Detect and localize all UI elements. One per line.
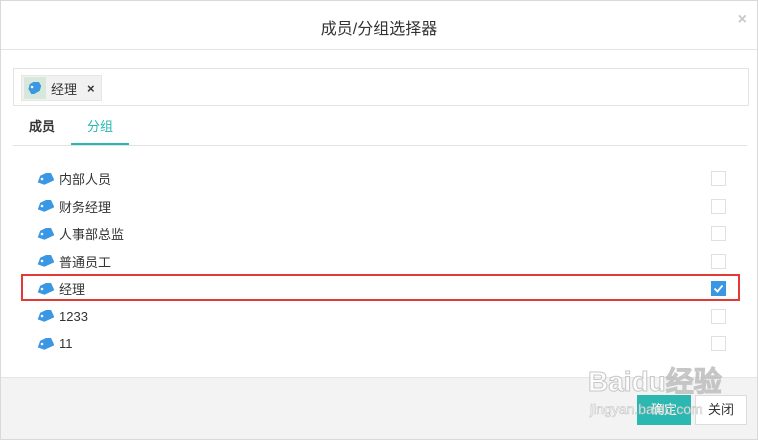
tab-members[interactable]: 成员 (13, 111, 71, 143)
list-item[interactable]: 普通员工 (23, 248, 739, 276)
group-checkbox[interactable] (711, 308, 726, 324)
tag-icon (36, 282, 54, 296)
tab-groups[interactable]: 分组 (71, 111, 129, 145)
group-checkbox[interactable] (711, 226, 726, 241)
group-checkbox[interactable] (711, 198, 726, 214)
tag-icon (36, 227, 54, 241)
list-item-label: 11 (59, 336, 73, 352)
list-item-label: 内部人员 (59, 172, 112, 188)
group-checkbox[interactable] (711, 281, 726, 296)
selector-dialog: 成员/分组选择器 × 经理 × 成员 分组 内部人员 财务经理 人事部总监 普通… (0, 0, 758, 440)
group-checkbox[interactable] (711, 171, 726, 186)
list-item[interactable]: 内部人员 (23, 165, 739, 193)
dialog-footer: 确定 关闭 (1, 377, 757, 439)
list-item[interactable]: 人事部总监 (23, 220, 739, 248)
remove-chip-icon[interactable]: × (87, 81, 95, 96)
selected-items-box[interactable]: 经理 × (13, 68, 749, 106)
close-button[interactable]: 关闭 (695, 395, 747, 425)
list-item-label: 普通员工 (59, 254, 112, 270)
list-item-label: 人事部总监 (59, 227, 125, 243)
group-list: 内部人员 财务经理 人事部总监 普通员工 经理 1233 11 (23, 165, 739, 358)
list-item[interactable]: 财务经理 (23, 193, 739, 221)
group-checkbox[interactable] (711, 336, 726, 351)
group-checkbox[interactable] (711, 253, 726, 269)
list-item[interactable]: 1233 (23, 303, 739, 331)
dialog-close-icon[interactable]: × (738, 11, 747, 29)
list-item-label: 1233 (59, 308, 88, 324)
tab-bar: 成员 分组 (13, 111, 747, 146)
tag-icon (36, 199, 54, 213)
selected-chip: 经理 × (21, 75, 102, 101)
tag-icon (36, 337, 54, 351)
tag-icon (36, 309, 54, 323)
list-item-label: 经理 (59, 282, 86, 298)
dialog-header: 成员/分组选择器 × (1, 1, 757, 50)
tag-icon (36, 172, 54, 186)
confirm-button[interactable]: 确定 (637, 395, 691, 425)
list-item-label: 财务经理 (59, 199, 112, 215)
list-item[interactable]: 经理 (23, 275, 739, 303)
tag-icon (36, 254, 54, 268)
selected-chip-label: 经理 (51, 81, 78, 97)
tag-icon (24, 77, 46, 99)
dialog-title: 成员/分组选择器 (320, 21, 438, 38)
list-item[interactable]: 11 (23, 330, 739, 358)
checkmark-icon (713, 284, 724, 293)
